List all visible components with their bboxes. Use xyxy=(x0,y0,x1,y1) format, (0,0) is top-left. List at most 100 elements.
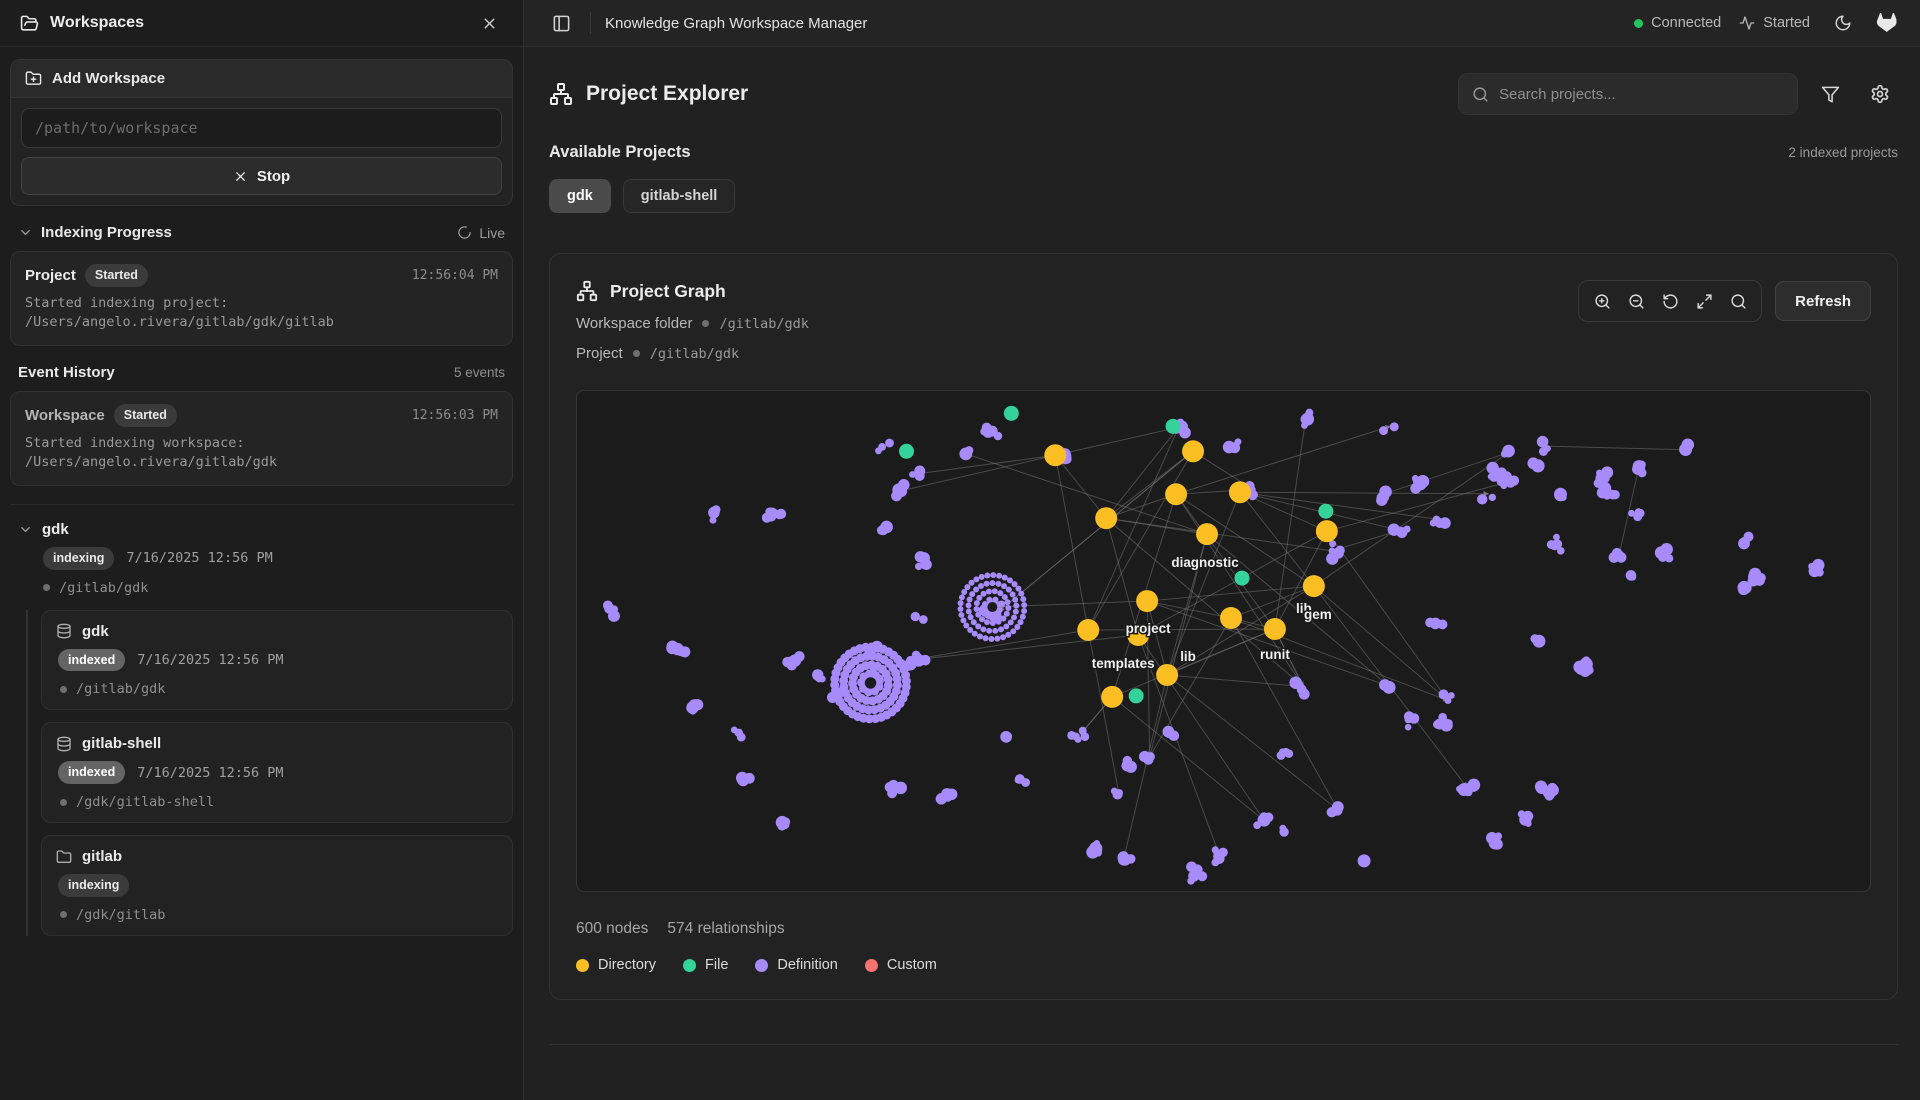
sidebar-divider xyxy=(10,504,513,505)
tab-gdk[interactable]: gdk xyxy=(549,179,611,213)
graph-card-header: Project Graph Workspace folder /gitlab/g… xyxy=(576,280,1871,362)
project-meta-path: /gitlab/gdk xyxy=(650,346,739,362)
refresh-button[interactable]: Refresh xyxy=(1775,281,1871,321)
sidebar-toggle-button[interactable] xyxy=(546,8,576,38)
path-dot-icon xyxy=(702,320,709,327)
close-icon xyxy=(481,15,498,32)
project-status-row: indexed 7/16/2025 12:56 PM xyxy=(56,649,498,672)
project-status-row: indexed 7/16/2025 12:56 PM xyxy=(56,761,498,784)
project-tabs: gdk gitlab-shell xyxy=(549,179,1898,213)
project-label: Project xyxy=(576,345,623,362)
event-scope: Workspace xyxy=(25,407,105,424)
graph-card-title: Project Graph xyxy=(576,280,809,302)
connection-status-label: Connected xyxy=(1651,15,1721,31)
project-name: gitlab-shell xyxy=(82,735,161,752)
current-event-card: Project Started 12:56:04 PM Started inde… xyxy=(10,251,513,346)
live-indicator: Live xyxy=(457,225,505,241)
filter-icon xyxy=(1821,85,1840,104)
search-projects-input[interactable] xyxy=(1499,86,1784,103)
event-history-count: 5 events xyxy=(454,365,505,380)
app-title: Knowledge Graph Workspace Manager xyxy=(605,15,867,32)
graph-card-titles: Project Graph Workspace folder /gitlab/g… xyxy=(576,280,809,362)
workspace-group-gdk[interactable]: gdk indexing 7/16/2025 12:56 PM /gitlab/… xyxy=(10,519,513,598)
fullscreen-button[interactable] xyxy=(1689,286,1719,316)
project-name: gdk xyxy=(82,623,109,640)
legend-label: File xyxy=(705,957,728,973)
zoom-in-button[interactable] xyxy=(1587,286,1617,316)
event-history-title: Event History xyxy=(18,364,115,381)
svg-text:gem: gem xyxy=(1304,607,1332,622)
graph-search-button[interactable] xyxy=(1723,286,1753,316)
workspace-group-row: gdk xyxy=(18,521,505,538)
indexing-progress-title: Indexing Progress xyxy=(41,224,172,241)
sidebar-body: Add Workspace Stop Indexing Progress Liv… xyxy=(0,47,523,946)
indexing-progress-header[interactable]: Indexing Progress Live xyxy=(10,224,513,241)
workspace-folder-meta: Workspace folder /gitlab/gdk xyxy=(576,315,809,332)
theme-toggle-button[interactable] xyxy=(1828,8,1858,38)
history-event-card: Workspace Started 12:56:03 PM Started in… xyxy=(10,391,513,486)
index-status-label: Started xyxy=(1763,15,1810,31)
workspace-status-row: indexing 7/16/2025 12:56 PM xyxy=(18,547,505,570)
network-icon xyxy=(549,82,573,106)
workspace-path-row: /gitlab/gdk xyxy=(18,580,505,596)
zoom-out-button[interactable] xyxy=(1621,286,1651,316)
path-dot-icon xyxy=(60,911,67,918)
legend-item-definition: Definition xyxy=(755,957,837,973)
project-status-badge: indexing xyxy=(58,874,129,897)
project-date: 7/16/2025 12:56 PM xyxy=(137,765,283,781)
explorer-actions xyxy=(1458,73,1898,115)
project-card-gdk[interactable]: gdk indexed 7/16/2025 12:56 PM /gitlab/g… xyxy=(41,610,513,711)
search-icon xyxy=(1730,293,1747,310)
project-status-badge: indexed xyxy=(58,649,125,672)
search-icon xyxy=(1472,86,1489,103)
network-icon xyxy=(576,280,598,302)
workspace-path: /gitlab/gdk xyxy=(59,580,148,596)
graph-card-title-label: Project Graph xyxy=(610,281,726,302)
workspace-date: 7/16/2025 12:56 PM xyxy=(126,550,272,566)
settings-button[interactable] xyxy=(1862,76,1898,112)
topbar: Knowledge Graph Workspace Manager Connec… xyxy=(524,0,1920,47)
folder-icon xyxy=(56,849,72,865)
project-path-row: /gdk/gitlab-shell xyxy=(56,794,498,810)
add-workspace-header: Add Workspace xyxy=(11,60,512,98)
svg-text:lib: lib xyxy=(1180,649,1196,664)
add-workspace-body: Stop xyxy=(11,98,512,205)
filter-button[interactable] xyxy=(1812,76,1848,112)
database-icon xyxy=(56,623,72,639)
gear-icon xyxy=(1870,84,1890,104)
connected-dot-icon xyxy=(1634,19,1643,28)
project-name: gitlab xyxy=(82,848,122,865)
page-title: Project Explorer xyxy=(549,82,748,106)
event-history-header: Event History 5 events xyxy=(10,364,513,381)
graph-tool-group xyxy=(1578,280,1762,322)
chevron-down-icon xyxy=(18,522,33,537)
legend-item-file: File xyxy=(683,957,728,973)
graph-legend: Directory File Definition Custom xyxy=(576,957,1871,973)
search-box xyxy=(1458,73,1798,115)
event-message: Started indexing project: /Users/angelo.… xyxy=(25,294,498,333)
project-card-gitlab[interactable]: gitlab indexing /gdk/gitlab xyxy=(41,835,513,936)
graph-viewport[interactable]: diagnosticprojecttemplateslibrunitlibgem xyxy=(576,390,1871,892)
event-time: 12:56:03 PM xyxy=(412,408,498,423)
event-scope: Project xyxy=(25,267,76,284)
main-area: Knowledge Graph Workspace Manager Connec… xyxy=(524,0,1920,1100)
explorer-header: Project Explorer xyxy=(549,73,1898,115)
workspace-path-input[interactable] xyxy=(21,108,502,148)
workspace-children: gdk indexed 7/16/2025 12:56 PM /gitlab/g… xyxy=(26,610,513,936)
legend-label: Definition xyxy=(777,957,837,973)
project-graph-svg[interactable]: diagnosticprojecttemplateslibrunitlibgem xyxy=(577,391,1870,891)
sidebar-close-button[interactable] xyxy=(475,9,503,37)
stop-button[interactable]: Stop xyxy=(21,157,502,195)
tab-gitlab-shell[interactable]: gitlab-shell xyxy=(623,179,736,213)
sidebar-header: Workspaces xyxy=(0,0,523,47)
add-workspace-title: Add Workspace xyxy=(52,70,165,87)
path-dot-icon xyxy=(60,799,67,806)
project-card-gitlab-shell[interactable]: gitlab-shell indexed 7/16/2025 12:56 PM … xyxy=(41,722,513,823)
page-title-label: Project Explorer xyxy=(586,82,748,106)
legend-dot xyxy=(755,959,768,972)
add-workspace-card: Add Workspace Stop xyxy=(10,59,513,206)
section-divider xyxy=(549,1044,1898,1045)
reset-view-button[interactable] xyxy=(1655,286,1685,316)
loader-icon xyxy=(457,225,472,240)
event-message: Started indexing workspace: /Users/angel… xyxy=(25,434,498,473)
